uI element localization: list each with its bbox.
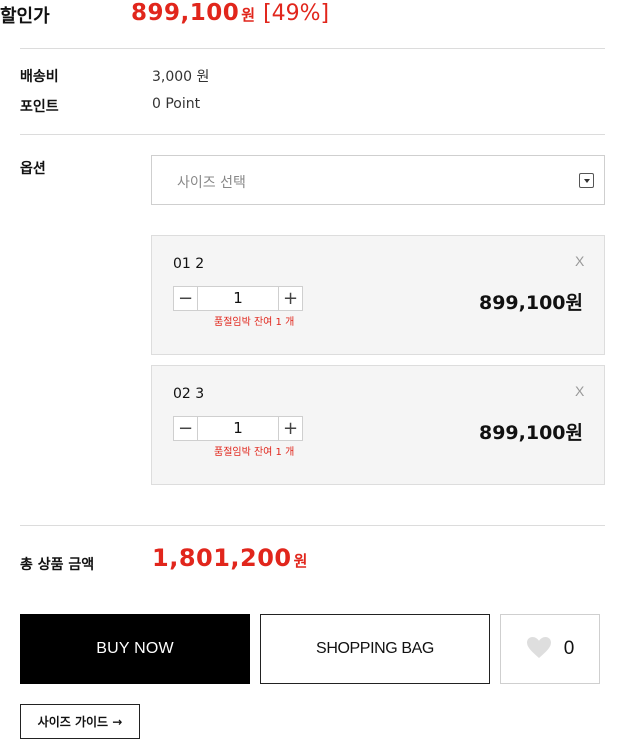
total-price: 1,801,200 원	[152, 544, 307, 572]
selected-option-price: 899,100원	[478, 422, 583, 444]
like-count: 0	[563, 638, 575, 659]
quantity-stepper: − 1 +	[173, 286, 303, 311]
selected-option-name: 01 2	[173, 256, 205, 272]
shipping-label: 배송비	[20, 69, 59, 85]
quantity-input[interactable]: 1	[198, 417, 278, 440]
divider	[20, 525, 605, 526]
buy-now-button[interactable]: BUY NOW	[20, 614, 250, 684]
sale-price: 899,100 원 [49%]	[131, 0, 329, 26]
like-button[interactable]: 0	[500, 614, 600, 684]
size-guide-button[interactable]: 사이즈 가이드 →	[20, 704, 140, 739]
points-value: 0 Point	[152, 96, 201, 112]
points-label: 포인트	[20, 99, 59, 115]
divider	[20, 48, 605, 49]
sale-price-label: 할인가	[0, 6, 50, 27]
quantity-stepper: − 1 +	[173, 416, 303, 441]
sale-price-currency: 원	[241, 6, 256, 24]
sale-price-amount: 899,100	[131, 0, 240, 26]
plus-icon[interactable]: +	[278, 287, 302, 310]
selected-option-price: 899,100원	[478, 292, 583, 314]
plus-icon[interactable]: +	[278, 417, 302, 440]
total-label: 총 상품 금액	[20, 557, 95, 573]
discount-rate: [49%]	[263, 1, 330, 26]
option-label: 옵션	[20, 161, 46, 177]
stock-note: 품절임박 잔여 1 개	[214, 317, 295, 328]
selected-option-card: 01 2 X − 1 + 품절임박 잔여 1 개 899,100원	[151, 235, 605, 355]
total-price-amount: 1,801,200	[152, 544, 292, 572]
divider	[20, 134, 605, 135]
shopping-bag-button[interactable]: SHOPPING BAG	[260, 614, 490, 684]
chevron-down-icon[interactable]	[579, 173, 594, 188]
close-icon[interactable]: X	[575, 253, 584, 269]
minus-icon[interactable]: −	[174, 417, 198, 440]
selected-option-card: 02 3 X − 1 + 품절임박 잔여 1 개 899,100원	[151, 365, 605, 485]
stock-note: 품절임박 잔여 1 개	[214, 447, 295, 458]
size-select[interactable]: 사이즈 선택	[151, 155, 605, 205]
total-price-currency: 원	[293, 552, 308, 570]
minus-icon[interactable]: −	[174, 287, 198, 310]
shipping-value: 3,000 원	[152, 69, 210, 85]
selected-option-name: 02 3	[173, 386, 205, 402]
size-select-placeholder: 사이즈 선택	[177, 175, 246, 191]
quantity-input[interactable]: 1	[198, 287, 278, 310]
heart-icon	[526, 636, 552, 663]
close-icon[interactable]: X	[575, 383, 584, 399]
